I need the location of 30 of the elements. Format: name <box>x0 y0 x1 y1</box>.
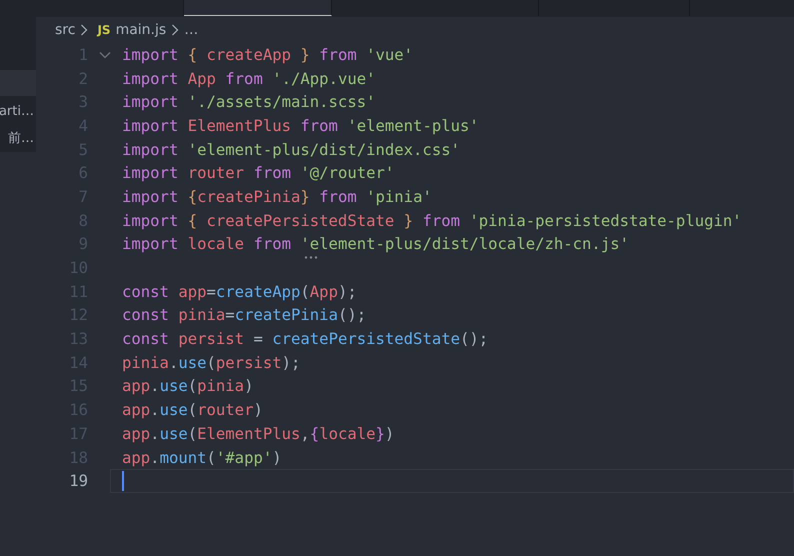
code-line: const pinia=createPinia(); <box>122 306 366 324</box>
fold-chevron-icon[interactable] <box>99 50 111 59</box>
code-line: import './assets/main.scss' <box>122 93 376 112</box>
code-line: import App from './App.vue' <box>122 70 376 88</box>
code-line: const persist = createPersistedState(); <box>122 330 488 348</box>
sidebar-item[interactable]: arti… <box>0 98 36 125</box>
js-file-icon: JS <box>97 23 111 37</box>
code-line: import {createPinia} from 'pinia' <box>122 188 432 206</box>
breadcrumb-file[interactable]: main.js <box>116 22 166 38</box>
code-line: import ElementPlus from 'element-plus' <box>122 116 479 135</box>
code-line: app.mount('#app') <box>122 448 282 467</box>
line-number: 19 <box>68 472 88 490</box>
breadcrumb-folder[interactable]: src <box>55 22 76 38</box>
code-line: import 'element-plus/dist/index.css' <box>122 140 460 159</box>
code-line: const app=createApp(App); <box>122 282 357 301</box>
code-line: app.use(ElementPlus,{locale}) <box>122 424 394 443</box>
chevron-right-icon <box>171 24 180 36</box>
chevron-right-icon <box>80 24 88 36</box>
breadcrumb-more[interactable]: … <box>184 22 198 38</box>
code-line: import router from '@/router' <box>122 164 394 182</box>
code-line: app.use(pinia) <box>122 377 254 396</box>
code-line: app.use(router) <box>122 401 263 420</box>
editor-tab[interactable] <box>184 0 332 16</box>
code-line: import locale from 'element-plus/dist/locale/zh-cn.js' <box>122 235 629 254</box>
sidebar-item[interactable]: 前… <box>0 125 36 152</box>
code-line: import { createPersistedState } from 'pinia-persistedstate-plugin' <box>122 212 742 230</box>
text-cursor <box>122 471 124 492</box>
hint-dots-icon <box>304 256 318 260</box>
code-line: import { createApp } from 'vue' <box>122 46 414 64</box>
code-line: pinia.use(persist); <box>122 354 300 372</box>
